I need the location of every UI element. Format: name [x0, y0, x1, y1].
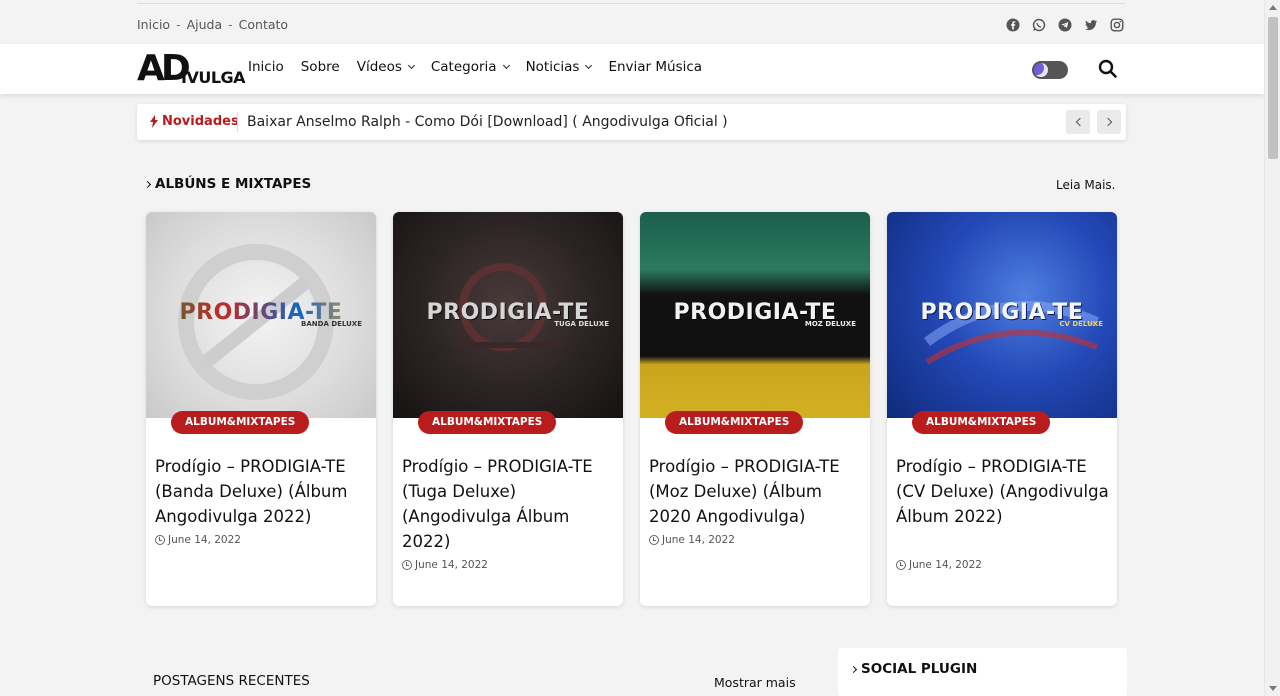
logo-text: IVULGA	[181, 68, 246, 87]
separator: -	[228, 17, 233, 32]
album-cover[interactable]: PRODIGIA-TE TUGA DELUXE	[393, 212, 623, 418]
topbar-edge	[137, 0, 1125, 4]
clock-icon	[155, 535, 165, 545]
album-card[interactable]: PRODIGIA-TE BANDA DELUXE ALBUM&MIXTAPES …	[146, 212, 376, 606]
social-links	[1004, 16, 1125, 33]
cover-subtitle: CV DELUXE	[1059, 320, 1103, 328]
recent-posts-title: POSTAGENS RECENTES	[153, 673, 310, 689]
ticker-label: Novidades	[150, 114, 239, 129]
chevron-left-icon	[1075, 117, 1084, 127]
album-cover[interactable]: PRODIGIA-TE BANDA DELUXE	[146, 212, 376, 418]
chevron-down-icon	[502, 61, 510, 70]
scroll-up-icon[interactable]	[1269, 5, 1277, 10]
post-title[interactable]: Prodígio – PRODIGIA-TE (Banda Deluxe) (Á…	[155, 454, 369, 529]
clock-icon	[402, 560, 412, 570]
nav-label: Categoria	[430, 59, 497, 75]
nav-label: Sobre	[300, 59, 340, 75]
album-card[interactable]: PRODIGIA-TE TUGA DELUXE ALBUM&MIXTAPES P…	[393, 212, 623, 606]
nav-item-enviar-musica[interactable]: Enviar Música	[608, 59, 702, 75]
chevron-right-icon	[143, 180, 152, 188]
clock-icon	[896, 560, 906, 570]
read-more-link[interactable]: Leia Mais.	[1056, 178, 1115, 192]
nav-item-categoria[interactable]: Categoria	[430, 59, 510, 75]
nav-item-sobre[interactable]: Sobre	[301, 59, 340, 75]
post-date: June 14, 2022	[649, 534, 735, 546]
post-date: June 14, 2022	[402, 559, 488, 571]
nav-item-noticias[interactable]: Noticias	[525, 59, 593, 75]
dark-mode-toggle[interactable]	[1032, 61, 1068, 79]
post-date-text: June 14, 2022	[415, 559, 488, 571]
post-date: June 14, 2022	[155, 534, 241, 546]
ticker-next-button[interactable]	[1097, 110, 1121, 134]
logo-mark: AD	[137, 48, 191, 89]
top-bar: Inicio - Ajuda - Contato	[0, 0, 1264, 44]
whatsapp-icon[interactable]	[1030, 16, 1047, 33]
top-link-ajuda[interactable]: Ajuda	[187, 17, 223, 32]
bolt-icon	[150, 115, 158, 128]
post-date: June 14, 2022	[896, 559, 982, 571]
chevron-down-icon	[407, 61, 415, 70]
main-navbar: AD IVULGA Inicio Sobre Vídeos Categoria …	[0, 44, 1264, 94]
post-date-text: June 14, 2022	[662, 534, 735, 546]
cover-subtitle: BANDA DELUXE	[301, 320, 362, 328]
post-title[interactable]: Prodígio – PRODIGIA-TE (Tuga Deluxe) (An…	[402, 454, 616, 554]
facebook-icon[interactable]	[1004, 16, 1021, 33]
ticker-label-text: Novidades	[162, 114, 239, 129]
show-more-link[interactable]: Mostrar mais	[714, 675, 796, 690]
ticker-prev-button[interactable]	[1066, 110, 1090, 134]
social-plugin-title: SOCIAL PLUGIN	[849, 661, 978, 677]
site-logo[interactable]: AD IVULGA	[137, 48, 246, 89]
news-ticker: Novidades Baixar Anselmo Ralph - Como Dó…	[137, 104, 1126, 140]
top-links: Inicio - Ajuda - Contato	[137, 17, 288, 32]
nav-item-inicio[interactable]: Inicio	[248, 59, 284, 75]
nav-label: Vídeos	[356, 59, 402, 75]
album-cover[interactable]: PRODIGIA-TE MOZ DELUXE	[640, 212, 870, 418]
category-badge[interactable]: ALBUM&MIXTAPES	[418, 411, 557, 434]
top-link-inicio[interactable]: Inicio	[137, 17, 170, 32]
top-link-contato[interactable]: Contato	[239, 17, 288, 32]
moon-icon	[1034, 63, 1048, 77]
category-badge[interactable]: ALBUM&MIXTAPES	[171, 411, 310, 434]
album-cover[interactable]: PRODIGIA-TE CV DELUXE	[887, 212, 1117, 418]
category-badge[interactable]: ALBUM&MIXTAPES	[912, 411, 1051, 434]
divider	[237, 112, 238, 132]
clock-icon	[649, 535, 659, 545]
nav-label: Inicio	[248, 59, 284, 75]
chevron-down-icon	[585, 61, 593, 70]
chevron-right-icon	[1103, 117, 1112, 127]
nav-menu: Inicio Sobre Vídeos Categoria Noticias E…	[248, 59, 719, 75]
chevron-right-icon	[849, 665, 858, 673]
nav-item-videos[interactable]: Vídeos	[356, 59, 415, 75]
telegram-icon[interactable]	[1056, 16, 1073, 33]
scroll-thumb[interactable]	[1268, 17, 1278, 159]
album-card[interactable]: PRODIGIA-TE CV DELUXE ALBUM&MIXTAPES Pro…	[887, 212, 1117, 606]
search-icon[interactable]	[1098, 59, 1118, 79]
cover-subtitle: MOZ DELUXE	[804, 320, 856, 328]
instagram-icon[interactable]	[1108, 16, 1125, 33]
category-badge[interactable]: ALBUM&MIXTAPES	[665, 411, 804, 434]
albums-title-text: ALBÚNS E MIXTAPES	[155, 176, 312, 192]
nav-label: Enviar Música	[608, 59, 703, 75]
social-plugin-title-text: SOCIAL PLUGIN	[861, 661, 978, 677]
nav-label: Noticias	[525, 59, 580, 75]
post-title[interactable]: Prodígio – PRODIGIA-TE (Moz Deluxe) (Álb…	[649, 454, 863, 529]
page-scrollbar[interactable]	[1264, 0, 1280, 696]
twitter-icon[interactable]	[1082, 16, 1099, 33]
ticker-headline[interactable]: Baixar Anselmo Ralph - Como Dói [Downloa…	[247, 114, 728, 130]
post-date-text: June 14, 2022	[168, 534, 241, 546]
cover-subtitle: TUGA DELUXE	[554, 320, 609, 328]
scroll-down-icon[interactable]	[1269, 686, 1277, 691]
post-title[interactable]: Prodígio – PRODIGIA-TE (CV Deluxe) (Ango…	[896, 454, 1110, 529]
social-plugin-panel: SOCIAL PLUGIN	[838, 648, 1127, 696]
post-date-text: June 14, 2022	[909, 559, 982, 571]
albums-section-title: ALBÚNS E MIXTAPES	[143, 176, 312, 192]
separator: -	[176, 17, 181, 32]
album-card[interactable]: PRODIGIA-TE MOZ DELUXE ALBUM&MIXTAPES Pr…	[640, 212, 870, 606]
